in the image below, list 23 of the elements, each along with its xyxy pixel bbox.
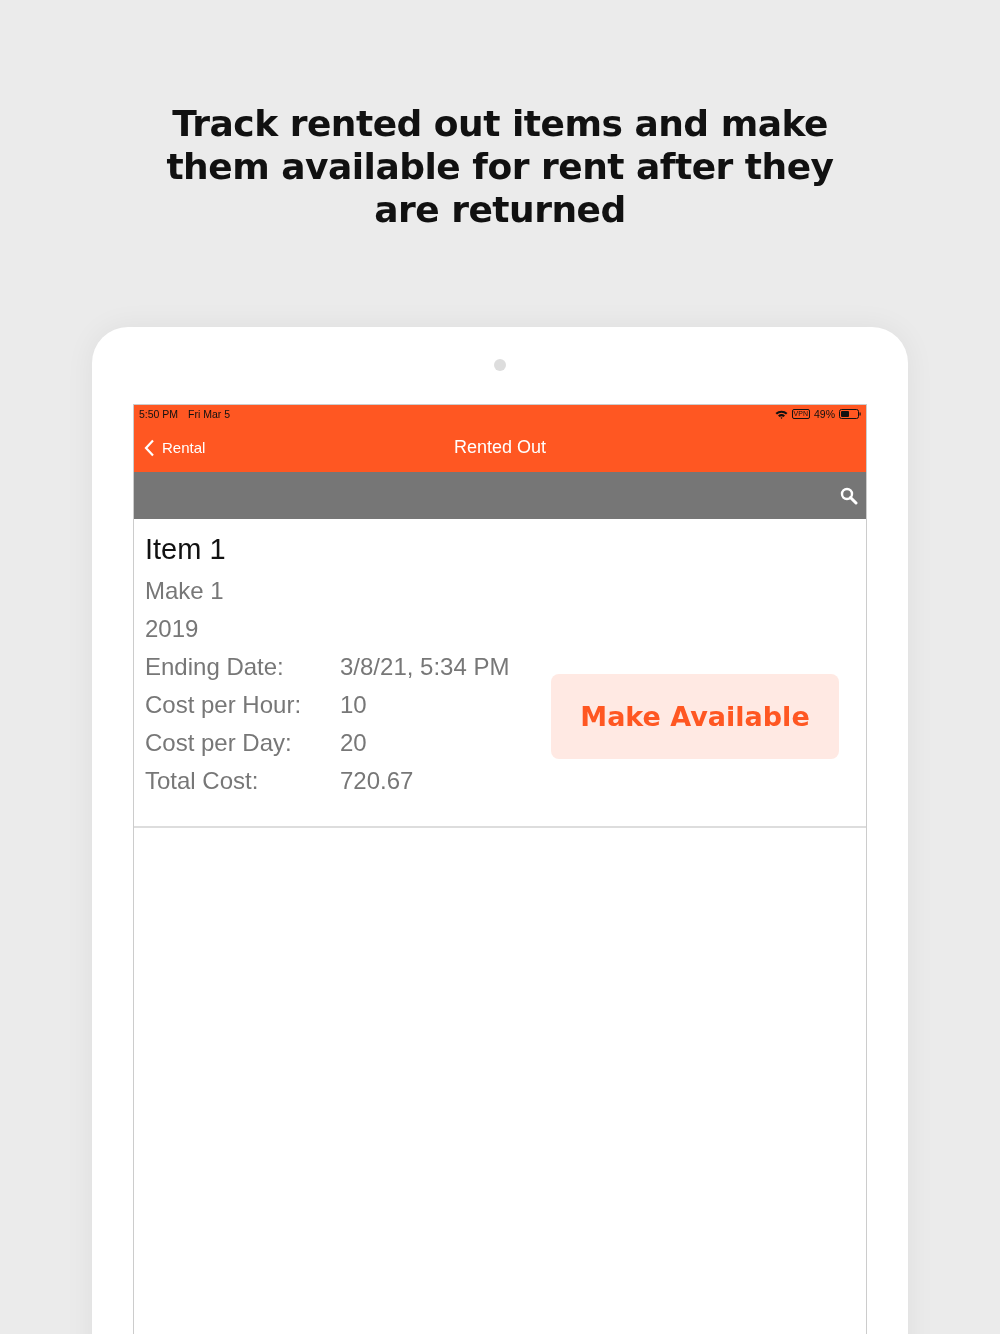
detail-label: Cost per Hour: — [145, 690, 303, 720]
detail-value: 3/8/21, 5:34 PM — [340, 652, 510, 682]
item-make: Make 1 — [145, 576, 225, 606]
item-year: 2019 — [145, 614, 200, 644]
camera-dot — [494, 359, 506, 371]
search-icon[interactable] — [840, 486, 858, 505]
detail-value: 10 — [340, 690, 367, 720]
make-available-button[interactable]: Make Available — [551, 674, 839, 759]
headline: Track rented out items and make them available for rent after they are returned — [165, 102, 835, 231]
item-name: Item 1 — [145, 533, 227, 566]
chevron-left-icon — [144, 438, 155, 457]
detail-value: 720.67 — [340, 766, 414, 796]
detail-label: Ending Date: — [145, 652, 285, 682]
status-date: Fri Mar 5 — [188, 408, 231, 420]
wifi-icon — [774, 409, 788, 419]
status-time: 5:50 PM — [139, 408, 179, 420]
detail-value: 20 — [340, 728, 367, 758]
detail-label: Total Cost: — [145, 766, 260, 796]
detail-label: Cost per Day: — [145, 728, 293, 758]
back-button[interactable]: Rental — [134, 438, 216, 457]
battery-icon — [839, 409, 861, 419]
nav-title: Rented Out — [453, 437, 547, 458]
battery-percent: 49% — [814, 408, 835, 420]
